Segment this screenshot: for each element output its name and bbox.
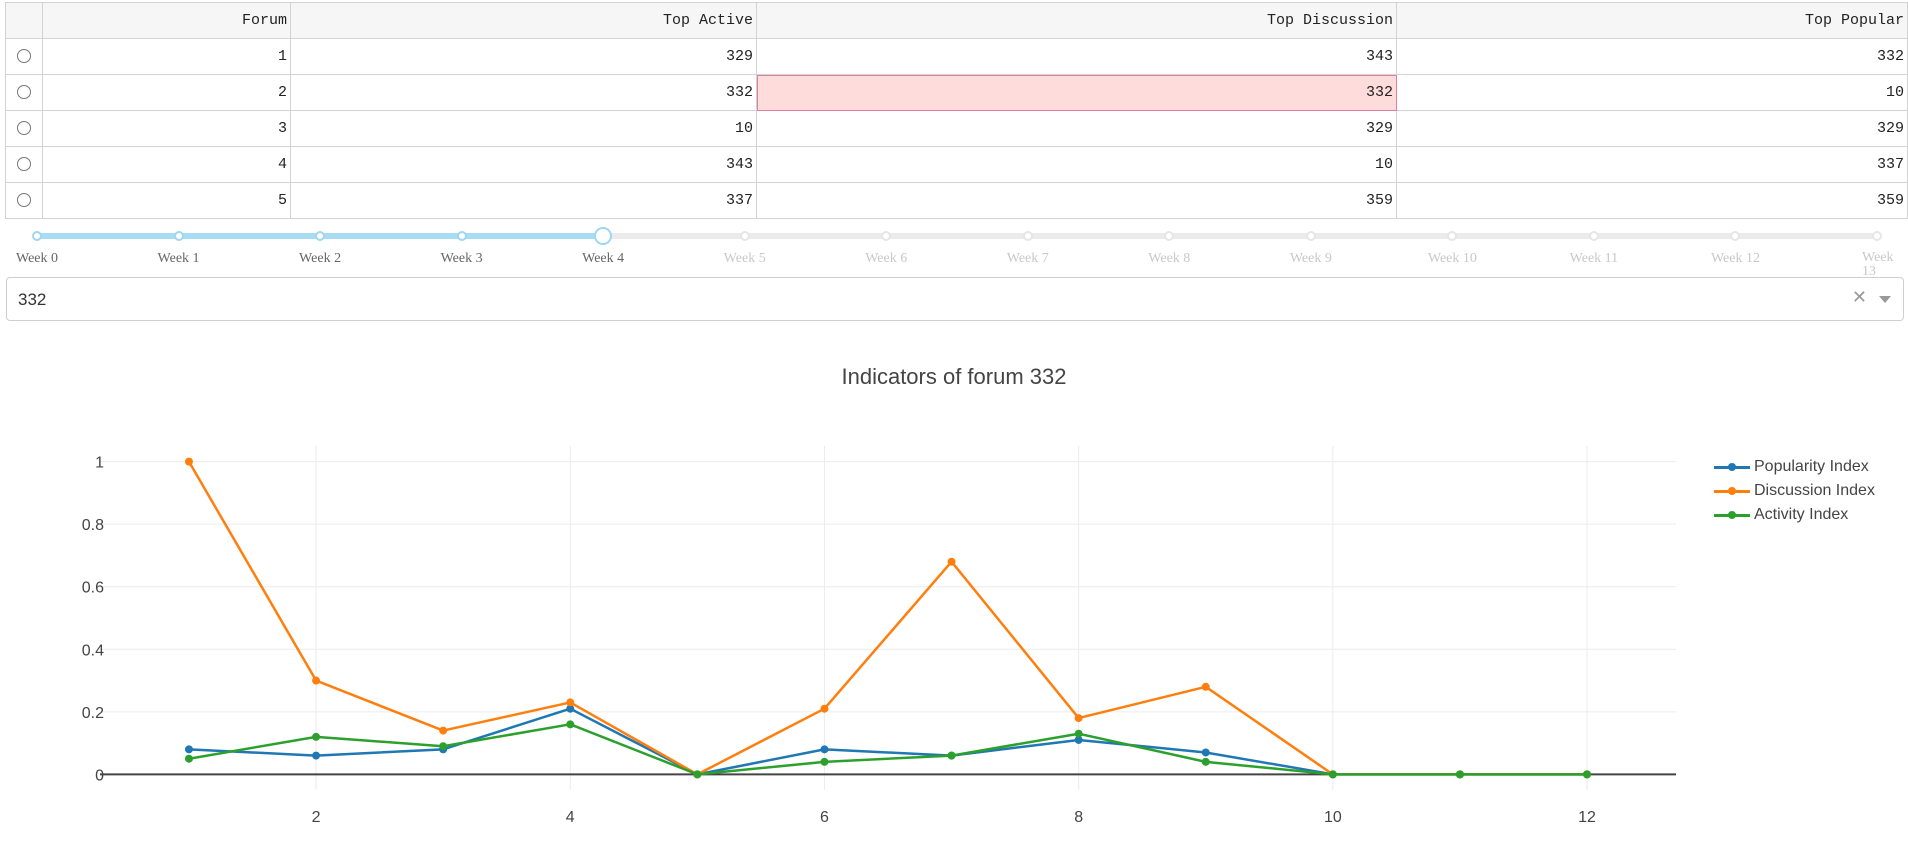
legend-label: Activity Index — [1754, 506, 1849, 523]
axes: 2 4 6 8 10 12 0 0.2 0.4 0.6 0.8 1 — [82, 455, 1676, 826]
data-point — [1074, 729, 1083, 738]
data-point — [820, 757, 829, 766]
x-tick-label: 4 — [566, 809, 575, 826]
data-point — [820, 704, 829, 713]
data-point — [1583, 770, 1592, 779]
data-point — [312, 676, 321, 685]
data-point — [1455, 770, 1464, 779]
data-point — [1328, 770, 1337, 779]
data-point — [312, 751, 321, 760]
legend-marker — [1728, 511, 1736, 519]
y-tick-label: 0.4 — [82, 642, 104, 659]
legend-swatch — [1712, 509, 1750, 521]
legend-marker — [1728, 463, 1736, 471]
y-tick-label: 1 — [95, 455, 104, 472]
data-point — [947, 751, 956, 760]
x-tick-label: 12 — [1578, 809, 1596, 826]
series-discussion-index — [184, 457, 1592, 779]
y-tick-label: 0.2 — [82, 705, 104, 722]
y-tick-label: 0.6 — [82, 580, 104, 597]
y-tick-label: 0.8 — [82, 517, 104, 534]
data-point — [1074, 714, 1083, 723]
legend-swatch — [1712, 485, 1750, 497]
legend-marker — [1728, 487, 1736, 495]
indicator-line-chart: 2 4 6 8 10 12 0 0.2 0.4 0.6 0.8 1 — [82, 446, 1676, 826]
series-activity-index — [184, 720, 1592, 779]
series-layer — [184, 457, 1592, 779]
data-point — [947, 557, 956, 566]
series-line — [188, 723, 1588, 776]
x-tick-label: 8 — [1074, 809, 1083, 826]
legend-label: Popularity Index — [1754, 458, 1869, 475]
x-tick-label: 10 — [1324, 809, 1342, 826]
data-point — [566, 720, 575, 729]
data-point — [1201, 682, 1210, 691]
legend-item[interactable]: Discussion Index — [1712, 479, 1875, 503]
data-point — [693, 770, 702, 779]
legend-swatch — [1712, 461, 1750, 473]
data-point — [184, 457, 193, 466]
chart-legend[interactable]: Popularity Index Discussion Index Activity… — [1712, 455, 1875, 527]
data-point — [566, 698, 575, 707]
legend-item[interactable]: Popularity Index — [1712, 455, 1875, 479]
x-tick-label: 6 — [820, 809, 829, 826]
data-point — [820, 745, 829, 754]
data-point — [1201, 748, 1210, 757]
series-line — [187, 461, 1588, 776]
data-point — [184, 745, 193, 754]
y-tick-label: 0 — [95, 767, 104, 784]
data-point — [439, 742, 448, 751]
legend-label: Discussion Index — [1754, 482, 1875, 499]
data-point — [312, 732, 321, 741]
data-point — [184, 754, 193, 763]
legend-item[interactable]: Activity Index — [1712, 503, 1875, 527]
x-tick-label: 2 — [312, 809, 321, 826]
data-point — [439, 726, 448, 735]
series-line — [188, 707, 1588, 776]
data-point — [1201, 757, 1210, 766]
